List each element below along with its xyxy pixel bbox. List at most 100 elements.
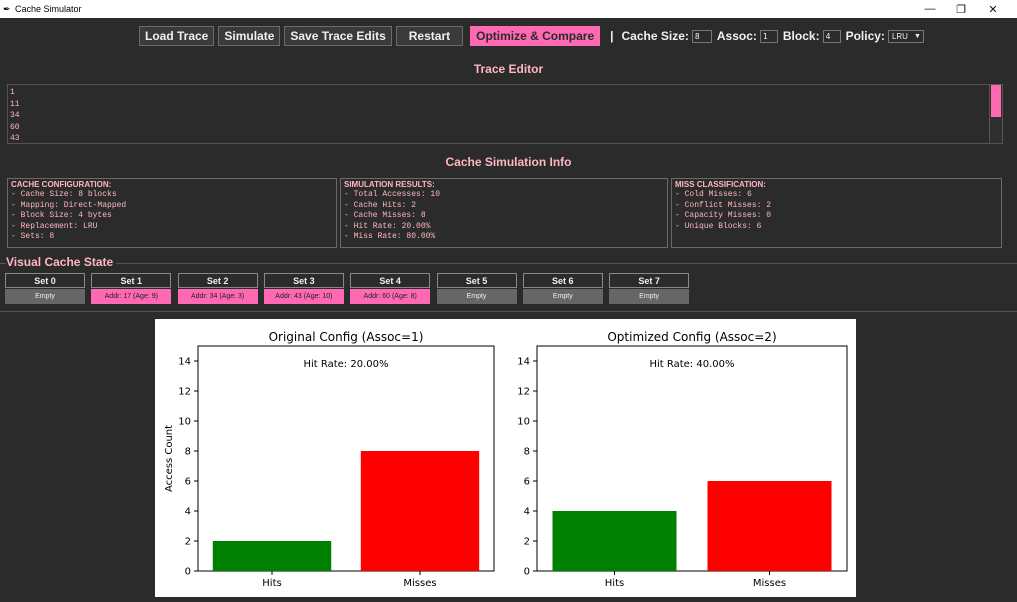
comparison-chart-panel: Original Config (Assoc=1) Hit Rate: 20.00… <box>155 319 856 597</box>
chart-title: Optimized Config (Assoc=2) <box>607 330 776 344</box>
info-line: - Cache Size: 8 blocks <box>11 190 117 199</box>
y-tick-label: 4 <box>185 507 191 518</box>
block-input[interactable]: 4 <box>822 29 841 43</box>
trace-line: 34 <box>10 111 20 120</box>
scrollbar-thumb[interactable] <box>991 85 1001 117</box>
y-tick-label: 4 <box>524 507 530 518</box>
info-line: - Replacement: LRU <box>11 221 98 231</box>
load-trace-button[interactable]: Load Trace <box>139 26 215 46</box>
cache-set-label: Set 5 <box>436 273 517 288</box>
y-tick-label: 0 <box>185 567 191 578</box>
comparison-charts: Original Config (Assoc=1) Hit Rate: 20.00… <box>164 330 848 589</box>
x-tick-label: Hits <box>605 578 624 589</box>
cache-set-1: Set 1 Addr: 17 (Age: 9) <box>91 273 172 305</box>
restore-button[interactable]: ❐ <box>946 0 976 18</box>
app-window: Load Trace Simulate Save Trace Edits Res… <box>0 18 1017 597</box>
info-line: - Mapping: Direct-Mapped <box>11 200 127 210</box>
cache-set-label: Set 4 <box>350 273 431 288</box>
y-tick-label: 0 <box>524 567 530 578</box>
y-tick-label: 14 <box>178 357 191 368</box>
sim-results-heading: SIMULATION RESULTS: <box>344 180 435 189</box>
policy-value: LRU <box>891 31 908 41</box>
title-bar: ✒ Cache Simulator <box>0 0 1017 18</box>
cache-set-6: Set 6 Empty <box>522 273 603 305</box>
divider <box>0 263 1017 264</box>
cache-size-input[interactable]: 8 <box>691 29 712 43</box>
feather-icon: ✒ <box>3 3 11 14</box>
trace-line: 43 <box>10 134 20 143</box>
cache-set-label: Set 6 <box>522 273 603 288</box>
optimize-compare-button[interactable]: Optimize & Compare <box>470 26 601 46</box>
visual-cache-title: Visual Cache State <box>6 255 117 269</box>
chevron-down-icon: ▼ <box>914 32 921 40</box>
divider <box>0 311 1017 312</box>
y-tick-label: 12 <box>517 387 530 398</box>
x-tick-label: Hits <box>262 578 281 589</box>
cache-set-4: Set 4 Addr: 60 (Age: 8) <box>350 273 431 305</box>
cache-set-content: Addr: 17 (Age: 9) <box>91 289 172 304</box>
toolbar: Load Trace Simulate Save Trace Edits Res… <box>139 25 924 47</box>
cache-set-2: Set 2 Addr: 34 (Age: 3) <box>177 273 258 305</box>
trace-scrollbar[interactable] <box>989 85 1002 143</box>
info-line: - Cache Misses: 8 <box>344 211 426 220</box>
sim-results-lines: - Total Accesses: 10- Cache Hits: 2- Cac… <box>344 190 664 243</box>
y-tick-label: 10 <box>178 417 191 428</box>
assoc-input[interactable]: 1 <box>759 29 778 43</box>
cache-set-3: Set 3 Addr: 43 (Age: 10) <box>263 273 344 305</box>
assoc-label: Assoc: <box>716 29 757 43</box>
y-tick-label: 2 <box>185 537 191 548</box>
bar-misses <box>707 481 832 571</box>
cache-set-label: Set 0 <box>5 273 85 288</box>
toolbar-separator: | <box>610 29 614 43</box>
cache-set-label: Set 3 <box>263 273 344 288</box>
info-line: - Total Accesses: 10 <box>344 190 441 199</box>
trace-editor-title: Trace Editor <box>473 62 544 76</box>
y-axis-label: Access Count <box>164 425 175 492</box>
y-tick-label: 2 <box>524 537 530 548</box>
cache-set-content: Empty <box>609 289 690 304</box>
policy-select[interactable]: LRU ▼ <box>887 29 924 43</box>
y-tick-label: 6 <box>524 477 530 488</box>
info-line: - Cold Misses: 6 <box>675 190 752 199</box>
cache-set-label: Set 7 <box>609 273 690 288</box>
sim-info-title: Cache Simulation Info <box>445 155 572 169</box>
minimize-button[interactable]: — <box>915 0 945 18</box>
bar-hits <box>212 541 332 571</box>
cache-set-0: Set 0 Empty <box>5 273 85 305</box>
window-title: Cache Simulator <box>15 4 82 14</box>
policy-label: Policy: <box>845 29 885 43</box>
cache-config-heading: CACHE CONFIGURATION: <box>11 180 112 189</box>
info-line: - Capacity Misses: 0 <box>675 211 772 220</box>
trace-line: 60 <box>10 122 20 132</box>
cache-set-content: Addr: 43 (Age: 10) <box>263 289 344 304</box>
simulate-button[interactable]: Simulate <box>218 26 281 46</box>
cache-set-content: Empty <box>436 289 517 304</box>
info-line: - Conflict Misses: 2 <box>675 200 772 210</box>
trace-line: 1 <box>10 88 15 97</box>
trace-editor-textarea[interactable]: 1 11 34 60 43 <box>7 84 1003 144</box>
close-button[interactable]: ✕ <box>978 0 1008 18</box>
info-line: - Unique Blocks: 6 <box>675 221 762 231</box>
trace-line: 11 <box>10 99 20 109</box>
info-line: - Miss Rate: 80.00% <box>344 232 436 241</box>
save-trace-edits-button[interactable]: Save Trace Edits <box>284 26 392 46</box>
restart-button[interactable]: Restart <box>395 26 464 46</box>
y-tick-label: 12 <box>178 387 191 398</box>
y-tick-label: 14 <box>517 357 530 368</box>
cache-set-content: Addr: 60 (Age: 8) <box>350 289 431 304</box>
block-label: Block: <box>782 29 820 43</box>
trace-lines: 1 11 34 60 43 <box>10 87 20 145</box>
x-tick-label: Misses <box>403 578 436 589</box>
y-tick-label: 8 <box>185 447 191 458</box>
cache-set-label: Set 2 <box>177 273 258 288</box>
cache-set-content: Empty <box>5 289 85 304</box>
miss-classification-panel: MISS CLASSIFICATION: - Cold Misses: 6- C… <box>671 178 1002 248</box>
info-line: - Sets: 8 <box>11 232 55 241</box>
info-line: - Block Size: 4 bytes <box>11 211 112 220</box>
y-tick-label: 8 <box>524 447 530 458</box>
cache-config-lines: - Cache Size: 8 blocks - Mapping: Direct-… <box>11 190 333 243</box>
cache-set-label: Set 1 <box>91 273 172 288</box>
cache-set-5: Set 5 Empty <box>436 273 517 305</box>
cache-set-content: Empty <box>522 289 603 304</box>
y-tick-label: 10 <box>517 417 530 428</box>
